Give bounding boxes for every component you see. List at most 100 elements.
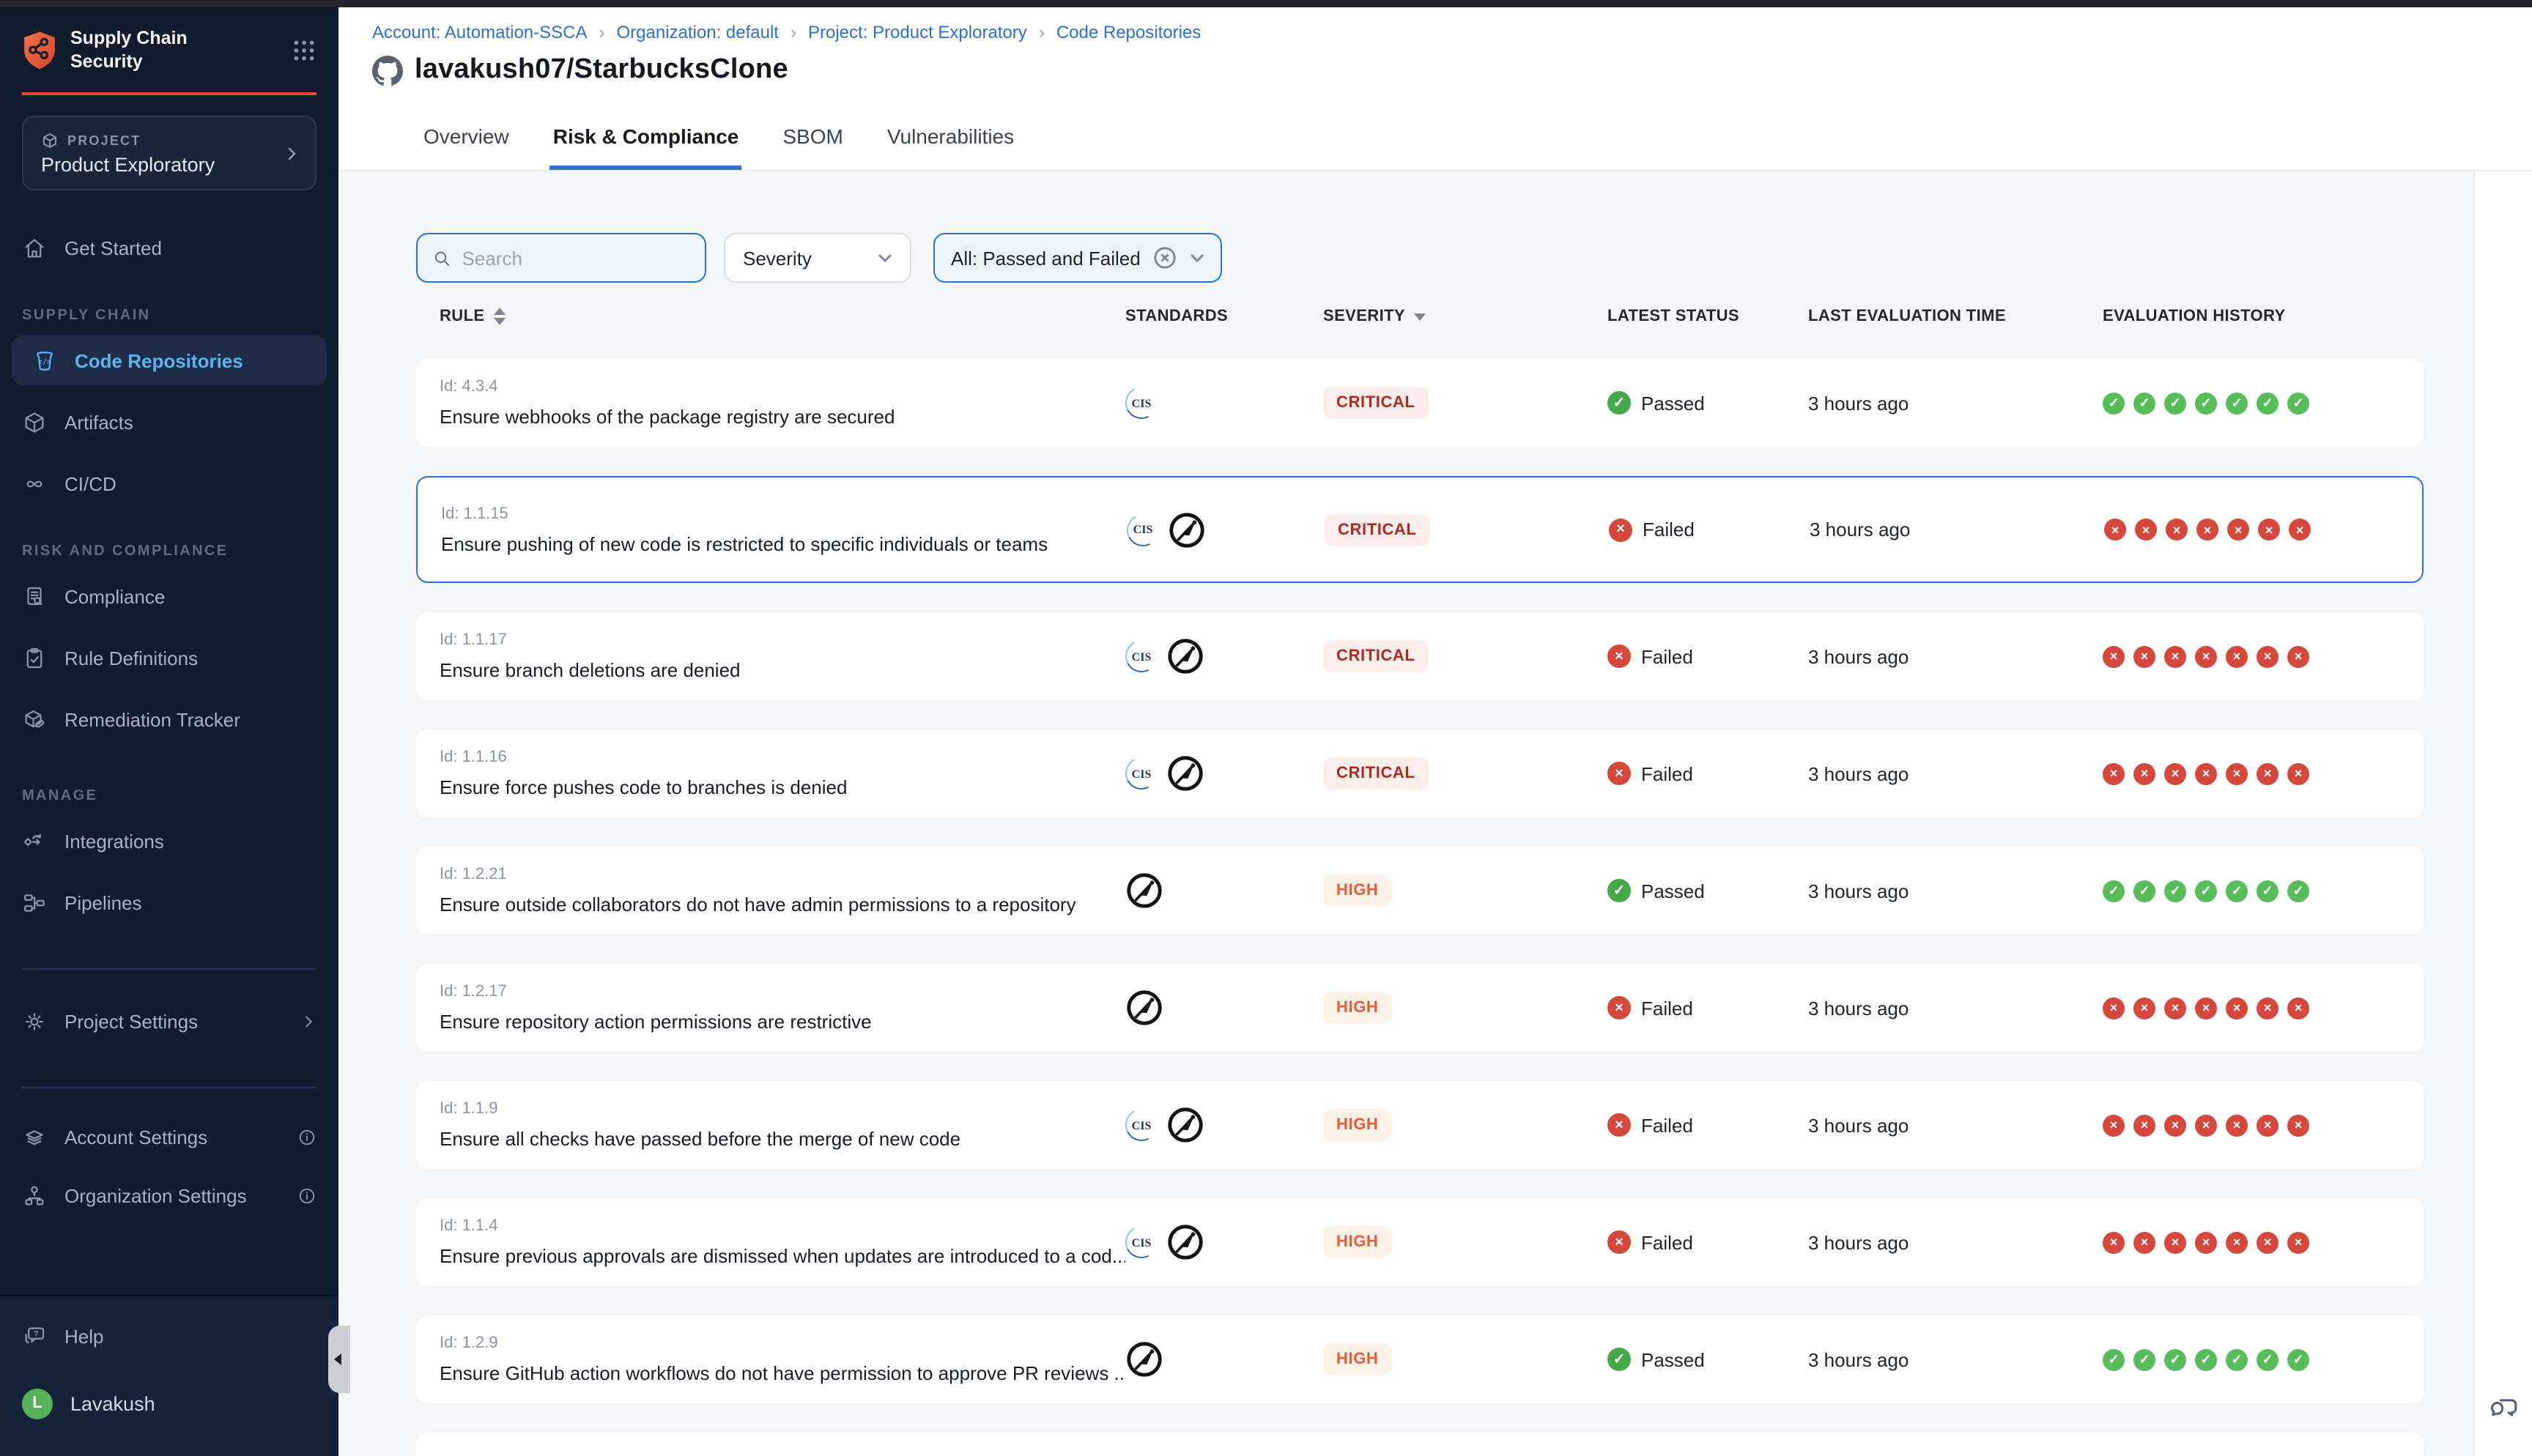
- sidebar-footer: ? Help L Lavakush: [0, 1295, 338, 1456]
- history-passed-icon: ✓: [2133, 1348, 2155, 1370]
- user-menu[interactable]: L Lavakush: [0, 1378, 338, 1428]
- help-chat-icon: ?: [22, 1323, 47, 1348]
- history-failed-icon: ×: [2257, 997, 2279, 1019]
- history-failed-icon: ×: [2227, 519, 2249, 541]
- table-row[interactable]: Id: 1.2.9 Ensure GitHub action workflows…: [416, 1315, 2424, 1403]
- chat-support-icon[interactable]: [2488, 1392, 2520, 1424]
- sidebar-item-help[interactable]: ? Help: [0, 1311, 338, 1361]
- sidebar-item-account-settings[interactable]: Account Settings: [0, 1113, 338, 1162]
- sidebar-item-compliance[interactable]: Compliance: [0, 572, 338, 622]
- column-header-rule[interactable]: RULE: [416, 308, 1125, 325]
- cis-standard-icon: CIS: [1125, 1226, 1158, 1258]
- tab-bar: Overview Risk & Compliance SBOM Vulnerab…: [421, 125, 1017, 170]
- clear-filter-icon[interactable]: [1154, 246, 1177, 270]
- table-row[interactable]: Id: 1.1.17 Ensure branch deletions are d…: [416, 612, 2424, 700]
- rule-id: Id: 1.1.17: [440, 631, 1125, 649]
- info-icon[interactable]: [297, 1128, 316, 1147]
- sidebar-collapse-handle[interactable]: [328, 1326, 350, 1393]
- owasp-standard-icon: [1166, 1223, 1204, 1261]
- status-icon: ×: [1607, 1230, 1631, 1254]
- tab-vulnerabilities[interactable]: Vulnerabilities: [884, 125, 1017, 170]
- avatar: L: [22, 1388, 53, 1419]
- table-row[interactable]: Id: 1.1.4 Ensure previous approvals are …: [416, 1198, 2424, 1286]
- breadcrumb-account[interactable]: Account: Automation-SSCA: [372, 22, 588, 42]
- table-row[interactable]: Id: 1.1.9 Ensure all checks have passed …: [416, 1081, 2424, 1169]
- search-input[interactable]: [462, 247, 690, 269]
- compliance-document-icon: [22, 584, 47, 609]
- breadcrumb-organization[interactable]: Organization: default: [617, 22, 780, 42]
- history-failed-icon: ×: [2287, 997, 2309, 1019]
- table-row[interactable]: Id: 1.2.21 Ensure outside collaborators …: [416, 847, 2424, 935]
- history-failed-icon: ×: [2258, 519, 2280, 541]
- github-icon: [372, 55, 403, 86]
- history-failed-icon: ×: [2196, 519, 2218, 541]
- history-passed-icon: ✓: [2195, 1348, 2217, 1370]
- tab-risk-and-compliance[interactable]: Risk & Compliance: [550, 125, 742, 170]
- sidebar: Supply Chain Security PROJECT Product Ex…: [0, 7, 338, 1456]
- info-icon[interactable]: [297, 1186, 316, 1206]
- cis-standard-icon: CIS: [1125, 1109, 1158, 1141]
- tab-overview[interactable]: Overview: [421, 125, 512, 170]
- search-box: [416, 233, 706, 283]
- owasp-standard-icon: [1166, 1106, 1204, 1144]
- column-header-severity[interactable]: SEVERITY: [1323, 308, 1607, 325]
- history-passed-icon: ✓: [2287, 392, 2309, 414]
- table-row[interactable]: Id: 1.1.16 Ensure force pushes code to b…: [416, 729, 2424, 817]
- app-launcher-icon[interactable]: [292, 38, 316, 63]
- status-cell: × Failed: [1607, 645, 1808, 668]
- sidebar-item-project-settings[interactable]: Project Settings: [0, 997, 338, 1047]
- status-label: Passed: [1641, 880, 1705, 902]
- cis-standard-icon: CIS: [1127, 513, 1159, 546]
- history-failed-icon: ×: [2104, 519, 2126, 541]
- severity-cell: CRITICAL: [1325, 513, 1609, 546]
- rules-list: Id: 4.3.4 Ensure webhooks of the package…: [416, 359, 2424, 1456]
- cis-standard-icon: CIS: [1125, 387, 1158, 419]
- sort-icon[interactable]: [494, 308, 506, 325]
- table-row[interactable]: Id: 1.2.17 Ensure repository action perm…: [416, 964, 2424, 1052]
- standards-cell: [1125, 989, 1323, 1027]
- history-failed-icon: ×: [2133, 645, 2155, 667]
- history-passed-icon: ✓: [2257, 880, 2279, 902]
- home-icon: [22, 236, 47, 261]
- evaluation-history: ✓✓✓✓✓✓✓: [2103, 392, 2424, 414]
- status-filter-dropdown[interactable]: All: Passed and Failed: [933, 233, 1223, 283]
- history-failed-icon: ×: [2226, 997, 2248, 1019]
- table-row[interactable]: Id: 1.1.15 Ensure pushing of new code is…: [416, 476, 2424, 583]
- history-failed-icon: ×: [2195, 997, 2217, 1019]
- table-row[interactable]: Id: 4.3.4 Ensure webhooks of the package…: [416, 359, 2424, 447]
- history-passed-icon: ✓: [2226, 1348, 2248, 1370]
- project-selector[interactable]: PROJECT Product Exploratory: [22, 116, 316, 191]
- history-failed-icon: ×: [2103, 997, 2125, 1019]
- clipboard-check-icon: [22, 646, 47, 671]
- table-row[interactable]: Id: 1.1.5 CIS HIGH × Failed 3 hours ago …: [416, 1433, 2424, 1456]
- status-icon: ×: [1607, 762, 1631, 785]
- history-failed-icon: ×: [2103, 1231, 2125, 1253]
- standards-cell: CIS: [1127, 510, 1325, 549]
- sidebar-item-cicd[interactable]: CI/CD: [0, 459, 338, 509]
- breadcrumb-project[interactable]: Project: Product Exploratory: [808, 22, 1027, 42]
- sidebar-item-integrations[interactable]: Integrations: [0, 817, 338, 866]
- rule-id: Id: 1.1.16: [440, 749, 1125, 766]
- breadcrumb-separator: ›: [1039, 22, 1045, 42]
- history-passed-icon: ✓: [2133, 880, 2155, 902]
- history-failed-icon: ×: [2135, 519, 2157, 541]
- status-cell: ✓ Passed: [1607, 1348, 1808, 1371]
- integrations-icon: [22, 829, 47, 854]
- sidebar-item-pipelines[interactable]: Pipelines: [0, 878, 338, 928]
- severity-filter-dropdown[interactable]: Severity: [724, 233, 911, 283]
- sidebar-item-remediation-tracker[interactable]: Remediation Tracker: [0, 695, 338, 745]
- tab-sbom[interactable]: SBOM: [780, 125, 845, 170]
- sidebar-item-code-repositories[interactable]: </> Code Repositories: [12, 336, 327, 386]
- sidebar-item-get-started[interactable]: Get Started: [0, 223, 338, 273]
- rule-id: Id: 1.2.17: [440, 983, 1125, 1000]
- breadcrumb-code-repositories[interactable]: Code Repositories: [1056, 22, 1201, 42]
- sidebar-item-organization-settings[interactable]: Organization Settings: [0, 1171, 338, 1221]
- last-evaluation-time: 3 hours ago: [1808, 1114, 2103, 1136]
- chevron-down-icon: [878, 253, 892, 262]
- last-evaluation-time: 3 hours ago: [1808, 880, 2103, 902]
- collapse-left-arrow-icon: [333, 1353, 341, 1365]
- evaluation-history: ×××××××: [2103, 997, 2424, 1019]
- sidebar-item-artifacts[interactable]: Artifacts: [0, 398, 338, 447]
- sidebar-item-rule-definitions[interactable]: Rule Definitions: [0, 634, 338, 683]
- sidebar-nav: Get Started SUPPLY CHAIN </> Code Reposi…: [0, 223, 338, 1221]
